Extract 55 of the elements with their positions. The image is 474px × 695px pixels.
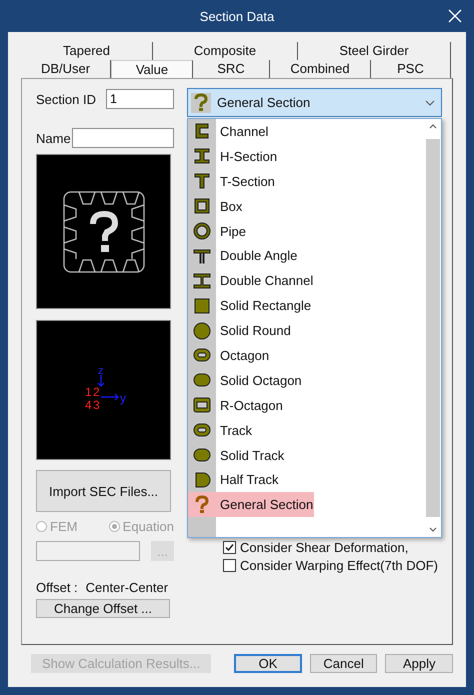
- axis-label: z: [98, 365, 103, 377]
- dropdown-item[interactable]: Double Angle: [188, 243, 314, 268]
- dropdown-item[interactable]: H-Section: [188, 144, 314, 169]
- offset-label: Offset :: [36, 580, 78, 595]
- point-label: 1: [84, 385, 92, 399]
- radio-label: FEM: [50, 518, 78, 534]
- section-type-dropdown[interactable]: General Section: [187, 88, 442, 117]
- dropdown-item[interactable]: Track: [188, 418, 314, 443]
- radio-label: Equation: [122, 518, 174, 534]
- tab[interactable]: Value: [111, 60, 193, 78]
- section-box-icon: [192, 196, 212, 216]
- change-offset-button[interactable]: Change Offset ...: [36, 599, 170, 618]
- section-pipe-icon: [192, 221, 212, 241]
- dialog-button[interactable]: Cancel: [310, 654, 378, 673]
- dropdown-item[interactable]: Channel: [188, 119, 314, 144]
- section-double-channel-icon: [192, 270, 212, 291]
- caret-icon: [425, 100, 435, 106]
- point-label: 2: [92, 385, 100, 399]
- dialog-button[interactable]: Apply: [385, 654, 453, 673]
- checkbox-label: Consider Shear Deformation,: [240, 540, 408, 555]
- import-button[interactable]: Import SEC Files...: [36, 470, 171, 512]
- dropdown-item[interactable]: Solid Track: [188, 442, 314, 468]
- dropdown-item[interactable]: Double Channel: [188, 268, 314, 294]
- dropdown-item[interactable]: Half Track: [188, 467, 314, 492]
- axis-label: y: [120, 391, 126, 405]
- dropdown-item[interactable]: Octagon: [188, 343, 314, 368]
- scroll-up-icon[interactable]: [429, 124, 437, 129]
- dropdown-item[interactable]: Pipe: [188, 218, 314, 244]
- field-label: Name: [36, 130, 71, 146]
- dropdown-item[interactable]: Solid Round: [188, 318, 314, 344]
- point-label: 4: [84, 398, 92, 412]
- section-id-field[interactable]: 1: [106, 89, 174, 109]
- window-title: Section Data: [200, 8, 274, 24]
- dropdown-item[interactable]: Box: [188, 194, 314, 219]
- dialog-button[interactable]: OK: [234, 654, 302, 673]
- question-mark-icon: [190, 92, 212, 114]
- offset-value: Center-Center: [86, 580, 168, 595]
- selected-value: General Section: [217, 95, 312, 110]
- dropdown-item[interactable]: General Section: [188, 492, 314, 518]
- field-label: Section ID: [36, 92, 96, 106]
- dropdown-item[interactable]: Solid Octagon: [188, 368, 314, 393]
- section-t-section-icon: [192, 171, 212, 192]
- dropdown-item[interactable]: T-Section: [188, 168, 314, 194]
- checkbox[interactable]: [223, 559, 236, 572]
- close-icon[interactable]: [448, 9, 462, 23]
- name-field[interactable]: [72, 128, 174, 148]
- scroll-down-icon[interactable]: [429, 527, 437, 532]
- section-solid-rectangle-icon: [192, 296, 212, 316]
- point-label: 3: [92, 398, 100, 412]
- dropdown-item[interactable]: Solid Rectangle: [188, 293, 314, 318]
- section-solid-round-icon: [192, 320, 212, 341]
- checkbox-label: Consider Warping Effect(7th DOF): [240, 558, 438, 573]
- checkbox[interactable]: [223, 541, 236, 554]
- section-h-section-icon: [192, 146, 212, 166]
- dropdown-item[interactable]: R-Octagon: [188, 392, 314, 418]
